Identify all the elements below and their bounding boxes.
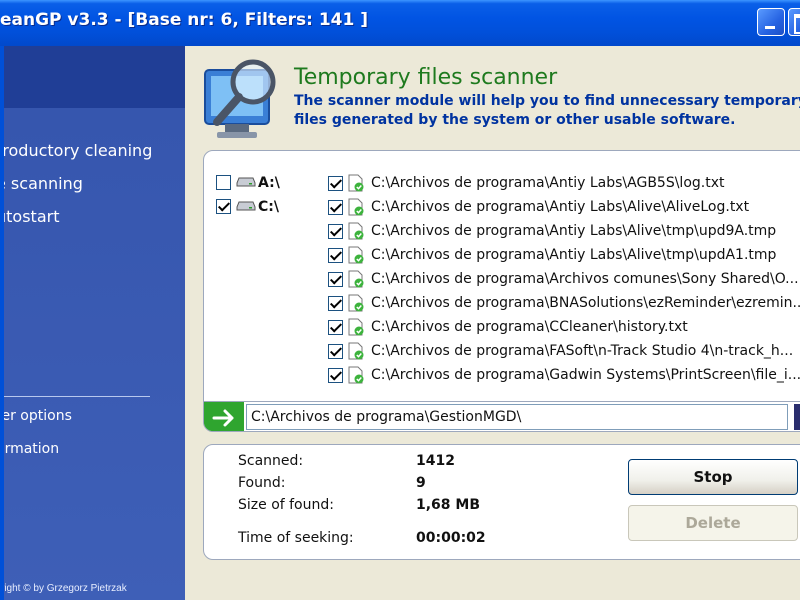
current-path-button[interactable] (794, 404, 800, 430)
file-path: C:\Archivos de programa\Gadwin Systems\P… (371, 367, 800, 383)
file-checkbox[interactable] (328, 296, 343, 311)
file-check-icon (348, 198, 364, 216)
file-check-icon (348, 366, 364, 384)
file-check-icon (348, 174, 364, 192)
found-value: 9 (416, 475, 426, 491)
size-value: 1,68 MB (416, 497, 481, 513)
sidebar: troductory cleaning e scanning utostart … (0, 46, 185, 600)
stop-button[interactable]: Stop (628, 459, 798, 495)
time-value: 00:00:02 (416, 530, 486, 546)
drive-c-label: C:\ (258, 199, 279, 215)
delete-button[interactable]: Delete (628, 505, 798, 541)
file-check-icon (348, 318, 364, 336)
copyright-text: yright © by Grzegorz Pietrzak (0, 583, 127, 594)
drive-c-checkbox[interactable] (216, 199, 231, 214)
file-check-icon (348, 246, 364, 264)
file-path: C:\Archivos de programa\Archivos comunes… (371, 271, 799, 287)
file-check-icon (348, 342, 364, 360)
maximize-button[interactable] (788, 8, 800, 36)
scanned-label: Scanned: (238, 453, 304, 469)
sidebar-item-introductory-cleaning[interactable]: troductory cleaning (0, 141, 152, 160)
file-checkbox[interactable] (328, 200, 343, 215)
scanned-value: 1412 (416, 453, 455, 469)
found-label: Found: (238, 475, 286, 491)
sidebar-separator (0, 396, 150, 397)
file-check-icon (348, 270, 364, 288)
file-path: C:\Archivos de programa\FASoft\n-Track S… (371, 343, 794, 359)
file-check-icon (348, 294, 364, 312)
magnifier-monitor-icon (204, 59, 276, 138)
file-path: C:\Archivos de programa\BNASolutions\ezR… (371, 295, 800, 311)
sidebar-item-file-scanning[interactable]: e scanning (0, 174, 83, 193)
main-panel: Temporary files scanner The scanner modu… (185, 46, 800, 600)
page-description: The scanner module will help you to find… (294, 93, 800, 128)
arrow-right-icon (204, 402, 244, 431)
file-path: C:\Archivos de programa\CCleaner\history… (371, 319, 688, 335)
minimize-button[interactable] (757, 8, 785, 36)
drive-icon (236, 177, 256, 187)
window-frame-left (0, 46, 4, 600)
page-title: Temporary files scanner (294, 65, 558, 90)
current-path-bar: C:\Archivos de programa\GestionMGD\ (204, 401, 800, 431)
file-checkbox[interactable] (328, 272, 343, 287)
time-label: Time of seeking: (238, 530, 354, 546)
scan-results-panel: A:\ C:\ C:\Archivos de programa\Antiy La… (203, 150, 800, 432)
file-checkbox[interactable] (328, 344, 343, 359)
sidebar-header (0, 46, 185, 108)
current-path-field: C:\Archivos de programa\GestionMGD\ (246, 404, 788, 430)
size-label: Size of found: (238, 497, 334, 513)
sidebar-item-autostart[interactable]: utostart (0, 207, 59, 226)
file-checkbox[interactable] (328, 176, 343, 191)
file-path: C:\Archivos de programa\Antiy Labs\AGB5S… (371, 175, 725, 191)
file-checkbox[interactable] (328, 368, 343, 383)
file-checkbox[interactable] (328, 224, 343, 239)
drive-a-checkbox[interactable] (216, 175, 231, 190)
file-checkbox[interactable] (328, 320, 343, 335)
cleangp-window: eanGP v3.3 - [Base nr: 6, Filters: 141 ]… (0, 0, 800, 600)
file-check-icon (348, 222, 364, 240)
stats-panel: Scanned: 1412 Found: 9 Size of found: 1,… (203, 444, 800, 560)
file-checkbox[interactable] (328, 248, 343, 263)
drive-a-label: A:\ (258, 175, 280, 191)
title-bar[interactable]: eanGP v3.3 - [Base nr: 6, Filters: 141 ] (0, 0, 800, 46)
file-path: C:\Archivos de programa\Antiy Labs\Alive… (371, 223, 777, 239)
sidebar-item-information[interactable]: ormation (0, 441, 59, 457)
drive-icon (236, 201, 256, 211)
sidebar-item-filter-options[interactable]: ter options (0, 408, 72, 424)
window-title: eanGP v3.3 - [Base nr: 6, Filters: 141 ] (0, 10, 369, 30)
file-path: C:\Archivos de programa\Antiy Labs\Alive… (371, 247, 777, 263)
file-path: C:\Archivos de programa\Antiy Labs\Alive… (371, 199, 750, 215)
